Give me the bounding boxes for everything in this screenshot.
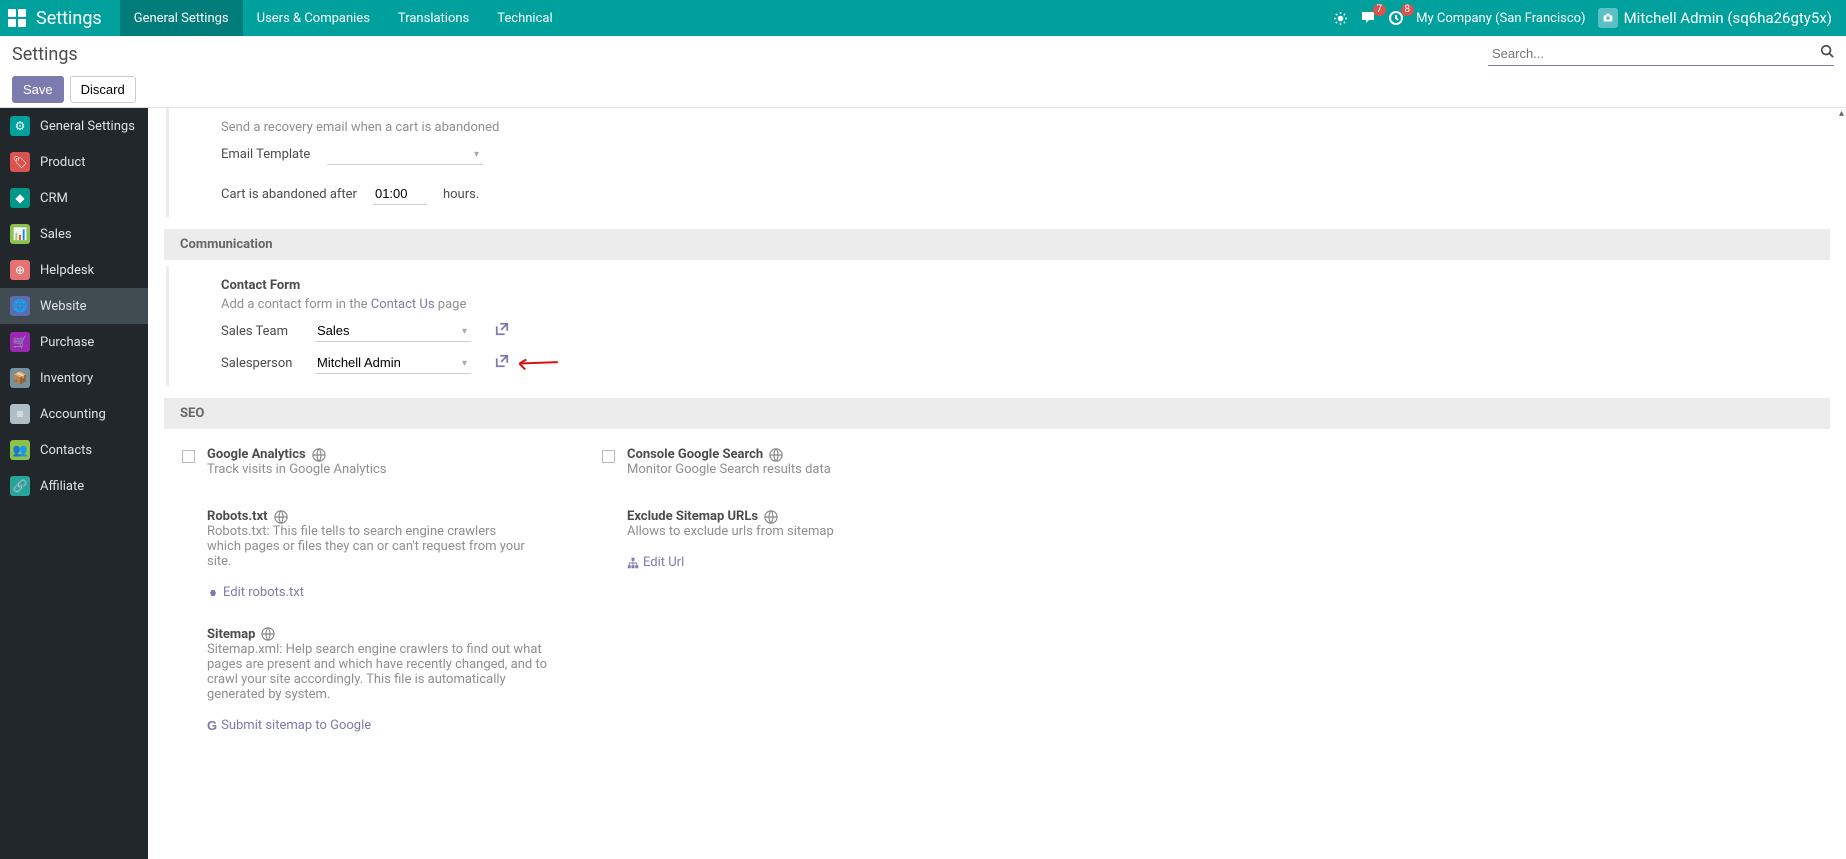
sidebar-item-product[interactable]: 🏷Product xyxy=(0,144,148,180)
sidebar-item-inventory[interactable]: 📦Inventory xyxy=(0,360,148,396)
submit-sitemap-link[interactable]: G Submit sitemap to Google xyxy=(207,718,371,733)
contact-form-title: Contact Form xyxy=(221,278,509,293)
save-button[interactable]: Save xyxy=(12,76,64,103)
globe-icon xyxy=(764,510,778,524)
search-icon[interactable] xyxy=(1820,44,1834,62)
salesperson-external-link-icon[interactable] xyxy=(495,354,509,372)
menu-general-settings[interactable]: General Settings xyxy=(120,0,243,36)
app-brand[interactable]: Settings xyxy=(36,8,102,29)
abandoned-after-suffix: hours. xyxy=(443,187,479,202)
gsc-desc: Monitor Google Search results data xyxy=(627,462,831,477)
action-bar: Save Discard xyxy=(0,72,1846,108)
bars-icon: ≡ xyxy=(10,404,30,424)
globe-icon: 🌐 xyxy=(10,296,30,316)
sidebar-item-contacts[interactable]: 👥Contacts xyxy=(0,432,148,468)
section-seo: SEO xyxy=(164,398,1830,429)
salesperson-input[interactable] xyxy=(315,352,471,374)
robots-title: Robots.txt xyxy=(207,509,527,524)
abandoned-desc: Send a recovery email when a cart is aba… xyxy=(221,120,499,135)
discard-button[interactable]: Discard xyxy=(70,76,136,103)
sidebar-item-affiliate[interactable]: 🔗Affiliate xyxy=(0,468,148,504)
apps-icon[interactable] xyxy=(8,9,26,27)
sales-team-label: Sales Team xyxy=(221,324,299,339)
sales-team-external-link-icon[interactable] xyxy=(495,322,509,340)
edit-robots-link[interactable]: Edit robots.txt xyxy=(207,585,304,600)
sitemap-title: Sitemap xyxy=(207,627,547,642)
sidebar-item-purchase[interactable]: 🛒Purchase xyxy=(0,324,148,360)
menu-translations[interactable]: Translations xyxy=(384,0,483,36)
exclude-desc: Allows to exclude urls from sitemap xyxy=(627,524,834,539)
salesperson-label: Salesperson xyxy=(221,356,299,371)
abandoned-after-prefix: Cart is abandoned after xyxy=(221,187,357,202)
avatar-icon xyxy=(1598,8,1618,28)
lifebuoy-icon: ⊕ xyxy=(10,260,30,280)
annotation-arrow xyxy=(514,342,564,389)
robots-desc: Robots.txt: This file tells to search en… xyxy=(207,524,527,569)
search-wrap xyxy=(1488,42,1834,66)
link-icon: 🔗 xyxy=(10,476,30,496)
tag-icon: 🏷 xyxy=(10,152,30,172)
exclude-title: Exclude Sitemap URLs xyxy=(627,509,834,524)
contact-us-link[interactable]: Contact Us xyxy=(371,297,435,312)
ga-title: Google Analytics xyxy=(207,447,386,462)
globe-icon xyxy=(769,448,783,462)
nav-right: 7 8 My Company (San Francisco) Mitchell … xyxy=(1333,8,1838,28)
contacts-icon: 👥 xyxy=(10,440,30,460)
sales-team-input[interactable] xyxy=(315,320,471,342)
top-menu: General Settings Users & Companies Trans… xyxy=(120,0,567,36)
messages-icon[interactable]: 7 xyxy=(1360,10,1376,26)
ga-checkbox[interactable] xyxy=(182,450,195,463)
handshake-icon: ◆ xyxy=(10,188,30,208)
user-avatar[interactable]: Mitchell Admin (sq6ha26gty5x) xyxy=(1598,8,1832,28)
debug-icon[interactable] xyxy=(1333,11,1348,26)
section-communication: Communication xyxy=(164,229,1830,260)
sitemap-desc: Sitemap.xml: Help search engine crawlers… xyxy=(207,642,547,702)
sidebar-item-helpdesk[interactable]: ⊕Helpdesk xyxy=(0,252,148,288)
messages-badge: 7 xyxy=(1373,4,1387,16)
activity-badge: 8 xyxy=(1401,4,1415,16)
settings-sidebar: ⚙General Settings 🏷Product ◆CRM 📊Sales ⊕… xyxy=(0,108,148,859)
abandoned-hours-input[interactable] xyxy=(373,183,427,205)
sidebar-item-crm[interactable]: ◆CRM xyxy=(0,180,148,216)
sidebar-item-website[interactable]: 🌐Website xyxy=(0,288,148,324)
globe-icon xyxy=(261,627,275,641)
header-bar: Settings xyxy=(0,36,1846,72)
sidebar-item-sales[interactable]: 📊Sales xyxy=(0,216,148,252)
company-switcher[interactable]: My Company (San Francisco) xyxy=(1416,11,1585,26)
email-template-label: Email Template xyxy=(221,147,311,162)
sidebar-item-accounting[interactable]: ≡Accounting xyxy=(0,396,148,432)
sidebar-item-general[interactable]: ⚙General Settings xyxy=(0,108,148,144)
gear-icon: ⚙ xyxy=(10,116,30,136)
page-title: Settings xyxy=(12,44,78,65)
scrollbar[interactable]: ▴ xyxy=(1832,108,1846,859)
activity-icon[interactable]: 8 xyxy=(1388,10,1404,26)
body: ⚙General Settings 🏷Product ◆CRM 📊Sales ⊕… xyxy=(0,108,1846,859)
settings-content[interactable]: Send a recovery email when a cart is aba… xyxy=(148,108,1846,859)
gsc-checkbox[interactable] xyxy=(602,450,615,463)
edit-url-link[interactable]: Edit Url xyxy=(627,555,684,570)
menu-users-companies[interactable]: Users & Companies xyxy=(243,0,384,36)
menu-technical[interactable]: Technical xyxy=(483,0,566,36)
contact-form-desc: Add a contact form in the Contact Us pag… xyxy=(221,297,509,312)
user-name: Mitchell Admin (sq6ha26gty5x) xyxy=(1624,9,1832,27)
ga-desc: Track visits in Google Analytics xyxy=(207,462,386,477)
globe-icon xyxy=(274,510,288,524)
scroll-up-icon[interactable]: ▴ xyxy=(1839,108,1844,119)
email-template-input[interactable] xyxy=(327,143,483,165)
chart-icon: 📊 xyxy=(10,224,30,244)
cart-icon: 🛒 xyxy=(10,332,30,352)
box-icon: 📦 xyxy=(10,368,30,388)
search-input[interactable] xyxy=(1488,42,1834,66)
top-nav: Settings General Settings Users & Compan… xyxy=(0,0,1846,36)
globe-icon xyxy=(312,448,326,462)
gsc-title: Console Google Search xyxy=(627,447,831,462)
